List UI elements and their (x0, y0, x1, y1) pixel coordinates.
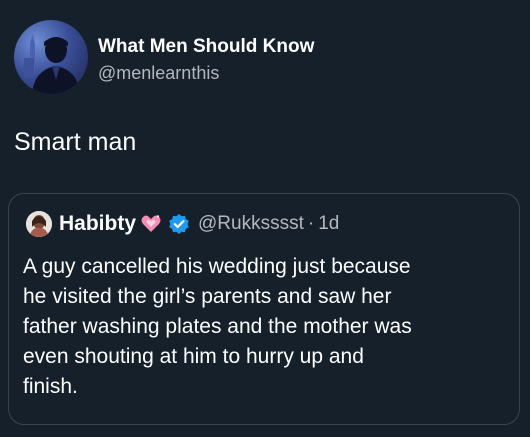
quoted-text-line: finish. (23, 375, 78, 398)
quoted-text-line: he visited the girl’s parents and saw he… (23, 285, 392, 308)
author-name[interactable]: What Men Should Know (98, 36, 314, 58)
tweet[interactable]: What Men Should Know @menlearnthis Smart… (0, 0, 530, 437)
quoted-tweet[interactable]: Habibty @Rukksssst · 1d A guy cancelled … (8, 193, 520, 425)
avatar-silhouette-icon (24, 34, 80, 94)
quoted-timestamp[interactable]: 1d (318, 213, 339, 235)
avatar[interactable] (14, 20, 88, 94)
quoted-avatar[interactable] (26, 211, 52, 237)
quoted-avatar-photo-icon (26, 211, 52, 237)
quoted-tweet-text: A guy cancelled his wedding just because… (23, 252, 503, 402)
quoted-author-name[interactable]: Habibty (59, 212, 136, 236)
quoted-text-line: even shouting at him to hurry up and (23, 345, 364, 368)
verified-badge-icon (169, 214, 189, 234)
quoted-header: Habibty @Rukksssst · 1d (59, 210, 339, 238)
quoted-text-line: father washing plates and the mother was (23, 315, 412, 338)
quoted-text-line: A guy cancelled his wedding just because (23, 255, 411, 278)
sparkling-heart-icon (141, 215, 161, 232)
quoted-author-handle[interactable]: @Rukksssst (198, 213, 304, 235)
quoted-separator: · (307, 213, 315, 234)
tweet-text: Smart man (14, 128, 137, 156)
author-handle[interactable]: @menlearnthis (98, 63, 219, 84)
